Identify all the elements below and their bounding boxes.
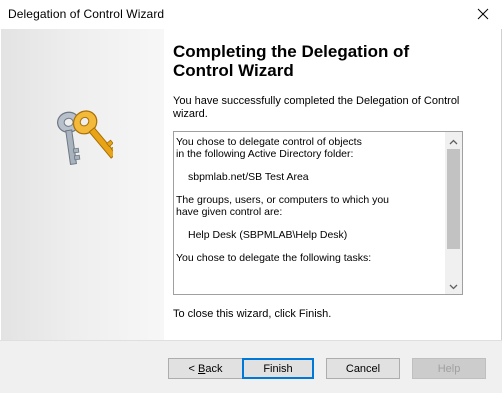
window-title: Delegation of Control Wizard xyxy=(8,7,165,21)
help-button-label: Help xyxy=(437,362,461,375)
success-message: You have successfully completed the Dele… xyxy=(173,95,460,120)
back-button[interactable]: < Back xyxy=(168,358,243,379)
close-icon xyxy=(477,8,489,20)
close-instruction: To close this wizard, click Finish. xyxy=(173,308,332,320)
summary-line: The groups, users, or computers to which… xyxy=(176,194,390,206)
summary-line: in the following Active Directory folder… xyxy=(176,148,354,160)
summary-line: You chose to delegate control of objects xyxy=(176,136,362,148)
cancel-button-label: Cancel xyxy=(345,362,381,375)
page-title: Completing the Delegation of Control Wiz… xyxy=(173,42,410,80)
close-button[interactable] xyxy=(468,0,498,28)
keys-icon xyxy=(51,105,119,171)
chevron-up-icon xyxy=(449,132,458,150)
help-button[interactable]: Help xyxy=(412,358,486,379)
cancel-button[interactable]: Cancel xyxy=(326,358,400,379)
vertical-scrollbar[interactable] xyxy=(445,132,462,294)
scroll-down-button[interactable] xyxy=(445,277,462,294)
summary-line: You chose to delegate the following task… xyxy=(176,252,372,264)
button-bar: < Back Finish Cancel Help xyxy=(0,340,502,393)
summary-text: You chose to delegate control of objects… xyxy=(176,136,446,264)
title-bar[interactable]: Delegation of Control Wizard xyxy=(0,0,502,29)
scroll-thumb[interactable] xyxy=(447,149,460,249)
summary-group: Help Desk (SBPMLAB\Help Desk) xyxy=(188,229,348,241)
back-button-label: < Back xyxy=(188,362,223,375)
finish-button-label: Finish xyxy=(263,362,293,375)
summary-folder: sbpmlab.net/SB Test Area xyxy=(188,171,309,183)
wizard-content: Completing the Delegation of Control Wiz… xyxy=(164,29,500,340)
chevron-down-icon xyxy=(449,277,458,295)
wizard-side-panel xyxy=(1,29,164,340)
summary-textbox[interactable]: You chose to delegate control of objects… xyxy=(173,131,463,295)
scroll-up-button[interactable] xyxy=(445,132,462,149)
summary-line: have given control are: xyxy=(176,206,283,218)
finish-button[interactable]: Finish xyxy=(242,358,314,379)
wizard-window: Delegation of Control Wizard Completing … xyxy=(0,0,502,393)
